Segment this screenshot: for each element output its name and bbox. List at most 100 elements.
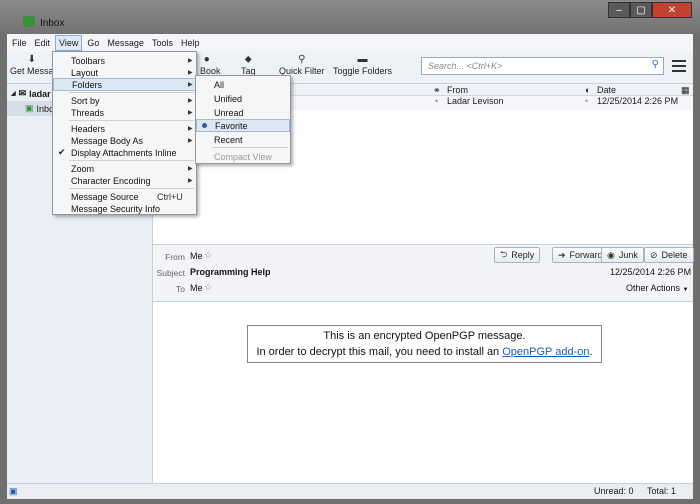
- delete-icon: ⊘: [650, 249, 658, 260]
- view-menu-character-encoding[interactable]: Character Encoding ▶: [53, 174, 196, 187]
- separator: [69, 188, 194, 189]
- menu-edit[interactable]: Edit: [32, 36, 54, 50]
- separator: [69, 92, 194, 93]
- dot-icon: •: [435, 96, 439, 106]
- forward-label: Forward: [569, 250, 603, 260]
- pgp-line-2-end: .: [589, 346, 593, 358]
- junk-button[interactable]: ◉ Junk: [601, 247, 644, 263]
- folder-toggle-icon: ▬: [357, 54, 368, 65]
- window-controls: – ▢ ✕: [608, 2, 692, 18]
- column-picker-icon[interactable]: ▦: [681, 85, 690, 96]
- menu-help[interactable]: Help: [178, 36, 203, 50]
- menubar: File Edit View Go Message Tools Help: [7, 34, 693, 52]
- view-menu-folders[interactable]: Folders ▶: [53, 78, 196, 91]
- search-input[interactable]: Search... <Ctrl+K> ⚲: [421, 57, 664, 75]
- folders-submenu-compact-view: Compact View: [214, 151, 272, 162]
- app-menu-button[interactable]: [672, 60, 686, 72]
- separator: [69, 120, 194, 121]
- get-messages-button[interactable]: ⬇ Get Messa: [10, 54, 54, 76]
- subject-value: Programming Help: [190, 267, 271, 277]
- minimize-button[interactable]: –: [608, 2, 630, 18]
- from-value[interactable]: Me: [190, 251, 203, 261]
- openpgp-addon-link[interactable]: OpenPGP add-on: [502, 346, 589, 358]
- total-count: Total: 1: [647, 486, 677, 496]
- reply-button[interactable]: ⮌ Reply: [494, 247, 541, 263]
- submenu-arrow-icon: ▶: [188, 126, 193, 132]
- from-label: From: [165, 252, 185, 262]
- other-actions-label: Other Actions: [626, 283, 681, 293]
- view-menu-threads[interactable]: Threads ▶: [53, 106, 196, 119]
- thunderbird-icon: [23, 16, 35, 27]
- expand-icon[interactable]: ◢: [11, 90, 16, 97]
- submenu-arrow-icon: ▶: [188, 82, 193, 88]
- title-bar: Inbox – ▢ ✕: [0, 0, 700, 34]
- separator: [212, 147, 288, 148]
- folders-submenu-favorite[interactable]: Favorite: [196, 119, 290, 132]
- toggle-folders-button[interactable]: ▬ Toggle Folders: [333, 54, 392, 76]
- window-frame: Inbox – ▢ ✕ File Edit View Go Message To…: [0, 0, 700, 504]
- date-icon[interactable]: ◐: [585, 85, 590, 95]
- view-menu-display-attachments-inline[interactable]: ✔ Display Attachments Inline: [53, 146, 196, 159]
- search-placeholder: Search... <Ctrl+K>: [428, 61, 503, 71]
- folders-submenu-all[interactable]: All: [196, 78, 290, 91]
- column-from[interactable]: From: [447, 85, 468, 95]
- activity-icon[interactable]: ▣: [9, 486, 18, 497]
- menu-view[interactable]: View: [55, 35, 83, 51]
- thread-icon[interactable]: ⚭: [433, 85, 441, 96]
- get-messages-label: Get Messa: [10, 66, 54, 76]
- submenu-arrow-icon: ▶: [188, 98, 193, 104]
- hamburger-icon: [672, 60, 686, 62]
- filter-icon: ⚲: [298, 54, 306, 65]
- address-book-button[interactable]: ● s Book: [193, 54, 221, 76]
- message-date: 12/25/2014 2:26 PM: [610, 267, 692, 277]
- view-menu-message-security-info[interactable]: Message Security Info: [53, 202, 196, 215]
- tag-button[interactable]: ⬥ Tag: [241, 54, 256, 76]
- message-body: This is an encrypted OpenPGP message. In…: [153, 302, 693, 483]
- toggle-folders-label: Toggle Folders: [333, 66, 393, 76]
- delete-button[interactable]: ⊘ Delete: [644, 247, 694, 263]
- subject-label: Subject: [156, 268, 185, 278]
- maximize-button[interactable]: ▢: [630, 2, 652, 18]
- pgp-line-2-text: In order to decrypt this mail, you need …: [256, 346, 503, 358]
- message-header: From Me ☆ ⮌ Reply ➔ Forward ◉ Junk ⊘ Delete …: [153, 244, 694, 302]
- submenu-arrow-icon: ▶: [188, 58, 193, 64]
- tag-icon: ⬥: [244, 54, 252, 65]
- other-actions-button[interactable]: Other Actions ▼: [626, 283, 689, 293]
- junk-icon: ◉: [607, 249, 615, 260]
- reply-label: Reply: [511, 250, 535, 260]
- folders-submenu-unread[interactable]: Unread: [196, 106, 290, 119]
- search-icon[interactable]: ⚲: [652, 59, 659, 70]
- menu-file[interactable]: File: [9, 36, 30, 50]
- account-label: ladar: [29, 88, 51, 99]
- close-button[interactable]: ✕: [652, 2, 692, 18]
- menu-message[interactable]: Message: [104, 36, 147, 50]
- menu-go[interactable]: Go: [84, 36, 102, 50]
- pgp-notice: This is an encrypted OpenPGP message. In…: [247, 325, 602, 363]
- submenu-arrow-icon: ▶: [188, 138, 193, 144]
- column-date[interactable]: Date: [597, 85, 616, 95]
- unread-count: Unread: 0: [594, 486, 634, 496]
- folders-submenu: All Unified Unread Favorite Recent Compa…: [195, 75, 291, 164]
- submenu-arrow-icon: ▶: [188, 70, 193, 76]
- to-label: To: [176, 284, 185, 294]
- separator: [69, 160, 194, 161]
- shortcut-label: Ctrl+U: [157, 191, 183, 202]
- inbox-icon: ▣: [25, 103, 34, 113]
- pgp-line-2: In order to decrypt this mail, you need …: [248, 344, 601, 360]
- window-title: Inbox: [40, 18, 65, 29]
- star-icon[interactable]: ☆: [204, 282, 212, 293]
- download-icon: ⬇: [27, 54, 36, 65]
- menu-tools[interactable]: Tools: [149, 36, 176, 50]
- folders-submenu-recent[interactable]: Recent: [196, 133, 290, 146]
- submenu-arrow-icon: ▶: [188, 166, 193, 172]
- junk-label: Junk: [618, 250, 638, 260]
- submenu-arrow-icon: ▶: [188, 178, 193, 184]
- row-date: 12/25/2014 2:26 PM: [597, 96, 679, 106]
- to-value[interactable]: Me: [190, 283, 203, 293]
- radio-selected-icon: [202, 123, 207, 128]
- star-icon[interactable]: ☆: [204, 250, 212, 261]
- dot-icon: •: [585, 96, 589, 106]
- status-bar: ▣ Unread: 0 Total: 1: [7, 483, 693, 499]
- quick-filter-button[interactable]: ⚲ Quick Filter: [279, 54, 325, 76]
- folders-submenu-unified[interactable]: Unified: [196, 92, 290, 105]
